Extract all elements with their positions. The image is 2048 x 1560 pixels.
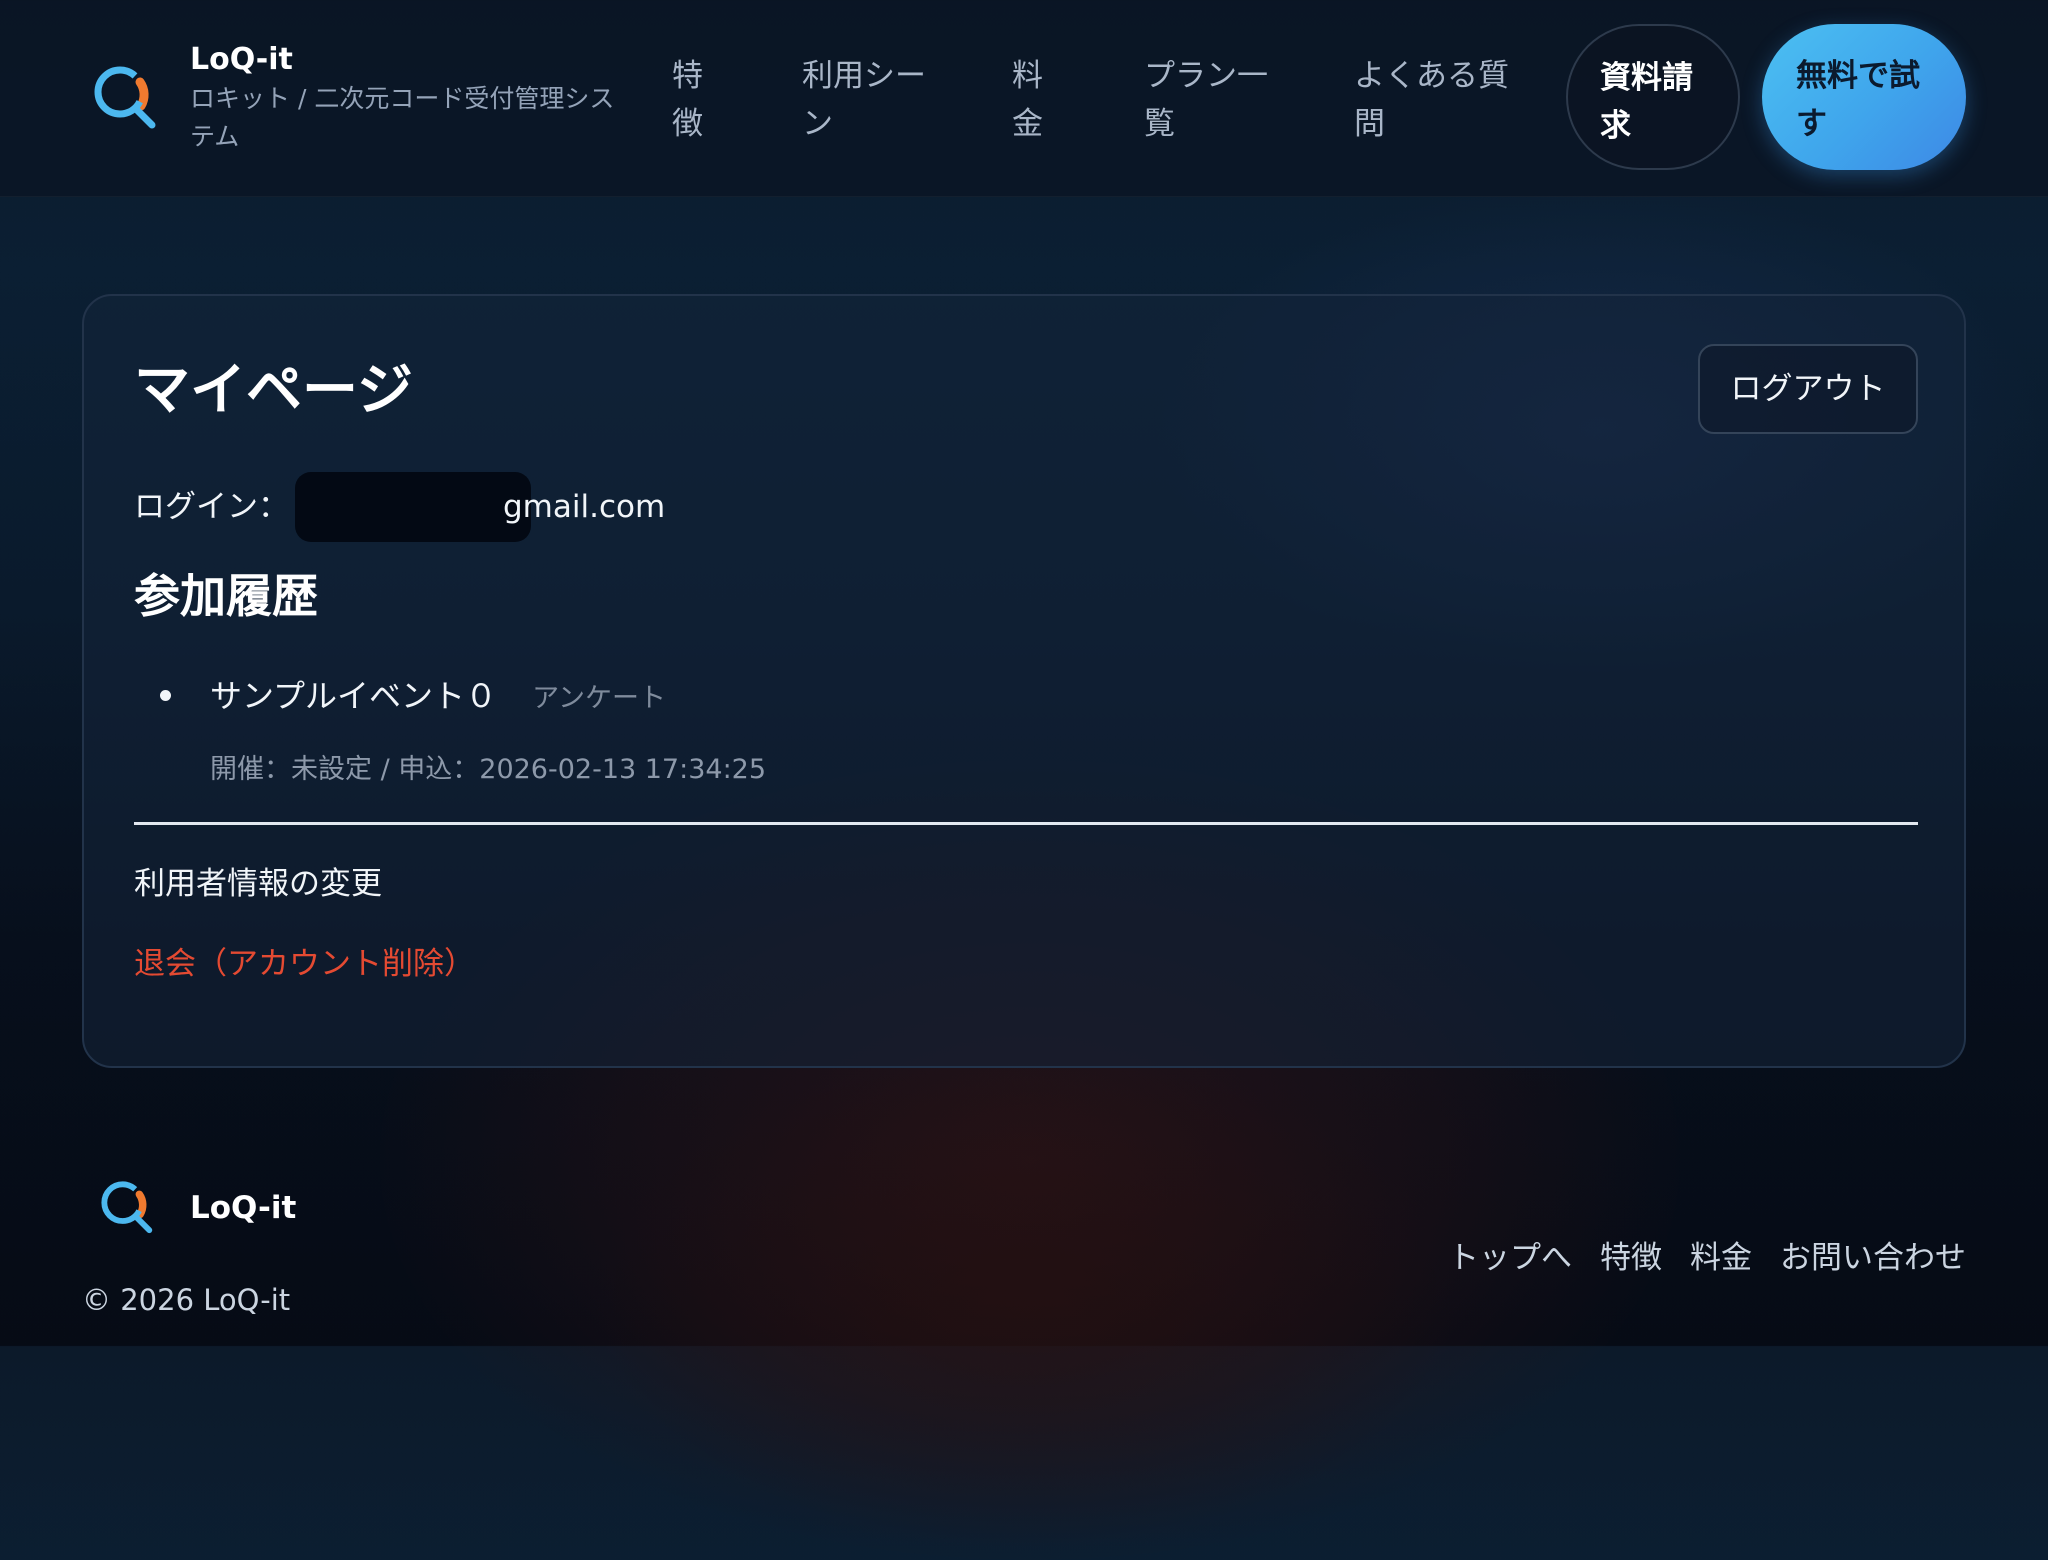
nav-features[interactable]: 特徴	[672, 52, 732, 148]
nav-faq[interactable]: よくある質問	[1354, 52, 1524, 148]
request-docs-button[interactable]: 資料請求	[1566, 24, 1740, 170]
brand[interactable]: LoQ-it ロキット / 二次元コード受付管理システム	[88, 40, 620, 156]
history-title: 参加履歴	[134, 569, 318, 623]
page-title: マイページ	[134, 358, 413, 423]
footer-brand[interactable]: LoQ-it	[190, 1186, 296, 1230]
search-logo-icon	[101, 1181, 153, 1234]
request-docs-label: 資料請求	[1600, 60, 1693, 144]
redacted-email	[295, 472, 531, 542]
footer-link-features[interactable]: 特徴	[1600, 1236, 1662, 1280]
footer-link-pricing[interactable]: 料金	[1690, 1236, 1752, 1280]
event-meta: 開催：未設定 / 申込：2026-02-13 17:34:25	[210, 754, 767, 785]
background-glow-warm-inner	[590, 1050, 1460, 1550]
logout-button[interactable]: ログアウト	[1698, 344, 1918, 434]
site-header: LoQ-it ロキット / 二次元コード受付管理システム 特徴 利用シーン 料金…	[0, 0, 2048, 197]
bullet	[160, 690, 171, 701]
search-logo-icon	[94, 66, 156, 129]
nav-plans[interactable]: プラン一覧	[1144, 52, 1284, 148]
login-label: ログイン：	[134, 489, 289, 525]
footer-link-top[interactable]: トップへ	[1448, 1236, 1572, 1280]
nav-use-cases[interactable]: 利用シーン	[802, 52, 942, 148]
footer-nav: トップへ 特徴 料金 お問い合わせ	[1448, 1236, 1966, 1280]
free-trial-button[interactable]: 無料で試す	[1762, 24, 1966, 170]
list-item: サンプルイベント０ アンケート	[160, 672, 667, 720]
event-type-tag: アンケート	[532, 683, 667, 714]
mypage-card: マイページ ログアウト ログイン： gmail.com 参加履歴 サンプルイベン…	[82, 294, 1966, 1068]
brand-name: LoQ-it	[190, 42, 293, 77]
nav-pricing[interactable]: 料金	[1012, 52, 1072, 148]
edit-profile-link[interactable]: 利用者情報の変更	[134, 860, 382, 908]
footer-link-contact[interactable]: お問い合わせ	[1780, 1236, 1966, 1280]
event-name: サンプルイベント０	[210, 677, 498, 715]
copyright: © 2026 LoQ-it	[82, 1283, 291, 1317]
login-email-domain: gmail.com	[503, 489, 666, 525]
brand-subtitle: ロキット / 二次元コード受付管理システム	[190, 84, 615, 151]
delete-account-link[interactable]: 退会（アカウント削除）	[134, 940, 475, 988]
divider	[134, 822, 1918, 825]
free-trial-label: 無料で試す	[1796, 58, 1920, 142]
login-info: ログイン： gmail.com	[134, 472, 665, 542]
